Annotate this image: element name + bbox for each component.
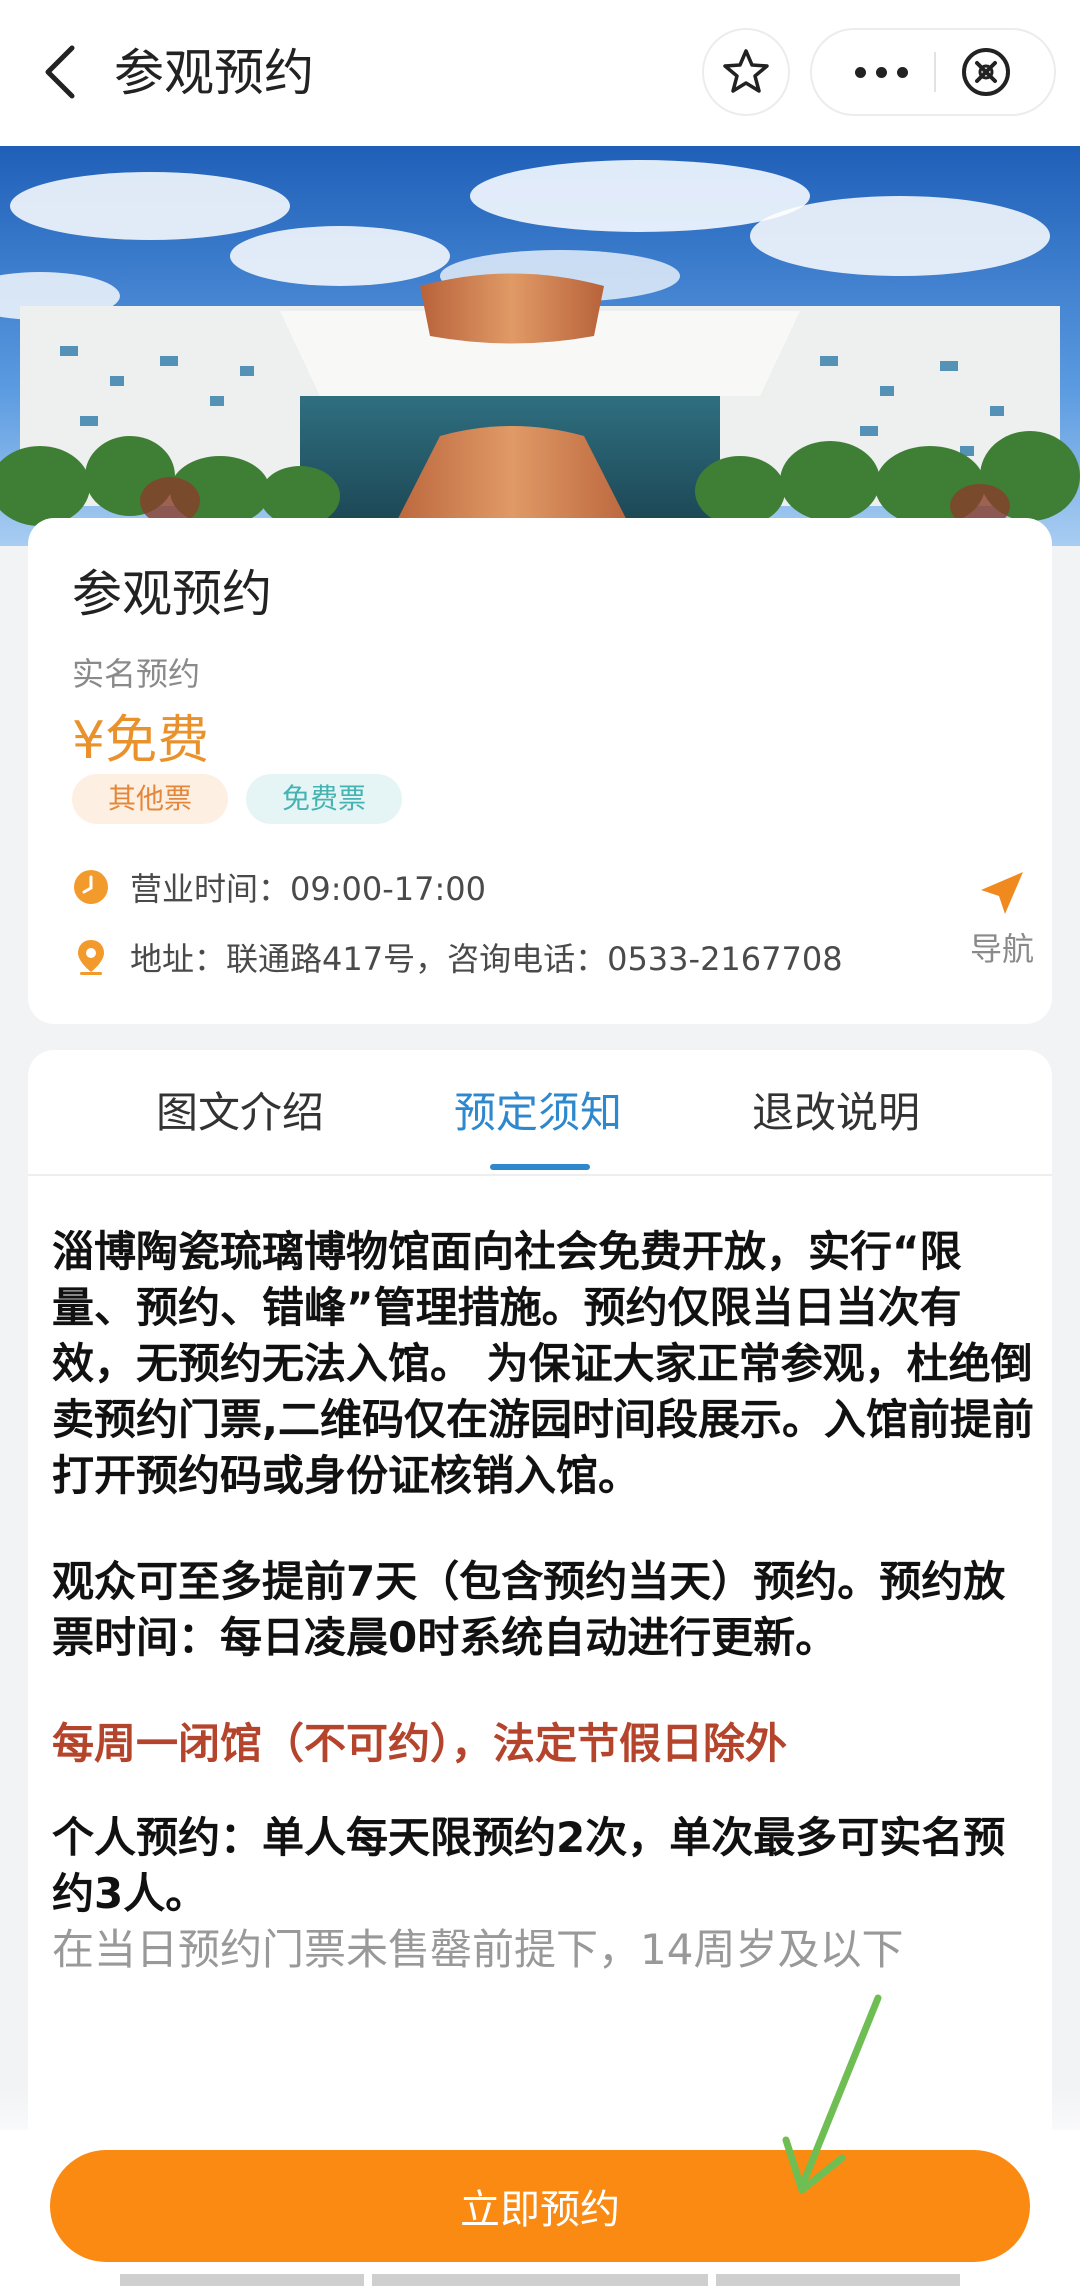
- location-pin-icon: [78, 940, 104, 975]
- page: 参观预约 参观预约 实名预约 ¥免费 其他票 免费票 营业时间：09:00-17…: [0, 0, 1080, 2286]
- bottom-strip: [120, 2274, 364, 2286]
- museum-banner-image: [0, 146, 1080, 546]
- opening-hours-row: 营业时间：09:00-17:00: [72, 862, 486, 912]
- notice-paragraph-4: 个人预约：单人每天限预约2次，单次最多可实名预约3人。: [52, 1813, 1006, 1918]
- more-dot: [875, 66, 887, 78]
- capsule-divider: [934, 52, 936, 92]
- ticket-title: 参观预约: [72, 565, 272, 623]
- tab-bar: 图文介绍 预定须知 退改说明: [28, 1050, 1052, 1176]
- closure-notice: 每周一闭馆（不可约），法定节假日除外: [52, 1719, 788, 1768]
- tab-booking-notice[interactable]: 预定须知: [454, 1084, 622, 1142]
- notice-paragraph-5: 在当日预约门票未售罄前提下，14周岁及以下: [52, 1925, 904, 1974]
- more-button[interactable]: [836, 30, 926, 114]
- chevron-left-icon: [45, 45, 75, 99]
- ticket-subtitle: 实名预约: [72, 655, 201, 693]
- navigation-arrow-icon: [981, 872, 1023, 914]
- active-tab-indicator: [490, 1164, 590, 1170]
- page-title: 参观预约: [114, 44, 314, 102]
- clock-icon: [74, 870, 108, 904]
- navigation-button[interactable]: 导航: [962, 870, 1042, 970]
- close-circle-icon[interactable]: [960, 46, 1012, 98]
- star-icon: [723, 49, 769, 93]
- top-bar: 参观预约: [0, 0, 1080, 146]
- tag-other-ticket: 其他票: [72, 774, 228, 824]
- ticket-price: ¥免费: [72, 711, 210, 771]
- tag-free-ticket: 免费票: [246, 774, 402, 824]
- ticket-info-card: 参观预约 实名预约 ¥免费 其他票 免费票 营业时间：09:00-17:00 地…: [28, 518, 1052, 1024]
- bottom-strip: [372, 2274, 708, 2286]
- address-row: 地址：联通路417号，咨询电话：0533-2167708: [72, 932, 843, 982]
- navigation-label: 导航: [969, 930, 1034, 968]
- notice-paragraph-2: 观众可至多提前7天（包含预约当天）预约。预约放票时间：每日凌晨0时系统自动进行更…: [52, 1557, 1006, 1662]
- annotation-arrow-icon: [782, 1994, 882, 2194]
- mini-program-capsule: [810, 28, 1056, 116]
- notice-paragraph-1: 淄博陶瓷琉璃博物馆面向社会免费开放，实行“限量、预约、错峰”管理措施。预约仅限当…: [52, 1227, 1034, 1500]
- tab-intro[interactable]: 图文介绍: [156, 1084, 324, 1142]
- notice-content: 淄博陶瓷琉璃博物馆面向社会免费开放，实行“限量、预约、错峰”管理措施。预约仅限当…: [52, 1224, 1042, 2028]
- more-dot: [896, 66, 908, 78]
- tab-refund-policy[interactable]: 退改说明: [752, 1084, 920, 1142]
- favorite-button[interactable]: [702, 28, 790, 116]
- bottom-strip: [716, 2274, 960, 2286]
- address-phone: 地址：联通路417号，咨询电话：0533-2167708: [130, 940, 843, 978]
- back-button[interactable]: [30, 36, 90, 108]
- opening-hours: 营业时间：09:00-17:00: [130, 870, 486, 908]
- more-dots-icon: [854, 66, 866, 78]
